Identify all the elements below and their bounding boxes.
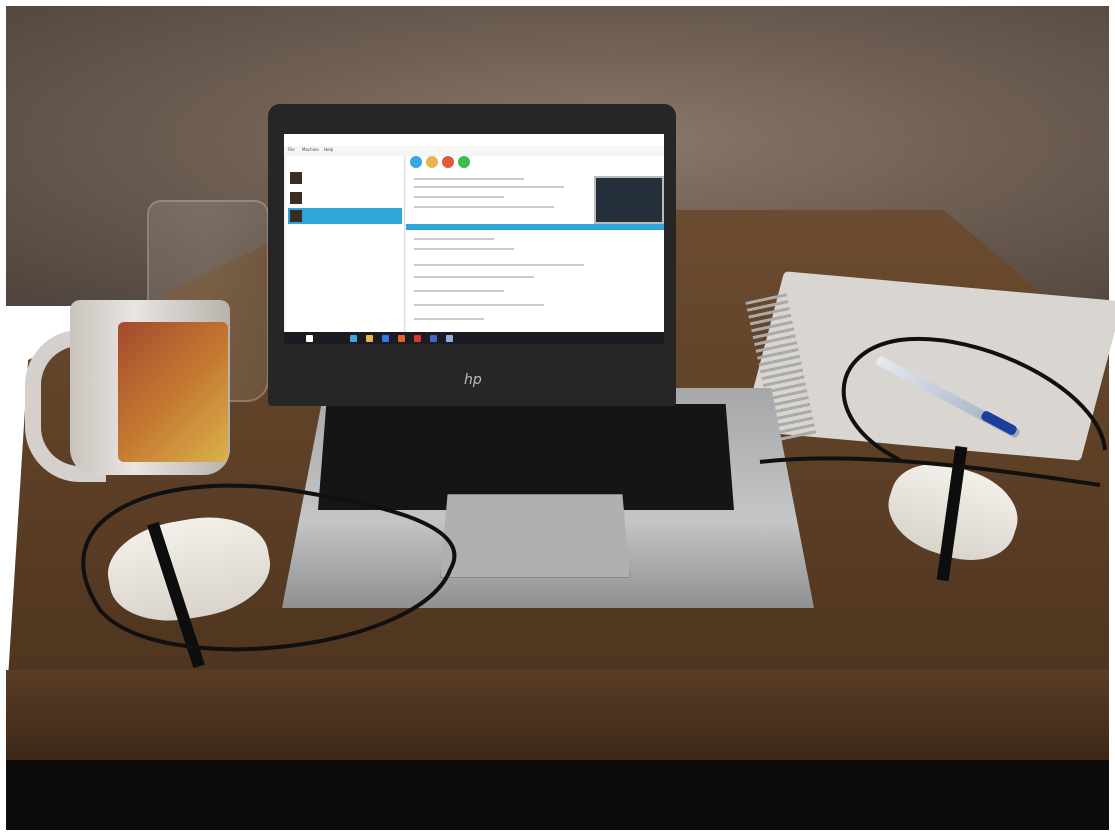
cable-right	[759, 336, 1107, 487]
usb-cables	[81, 336, 1107, 652]
photo-scene: hp File Machine Help	[0, 0, 1115, 836]
cable-left	[81, 483, 457, 652]
